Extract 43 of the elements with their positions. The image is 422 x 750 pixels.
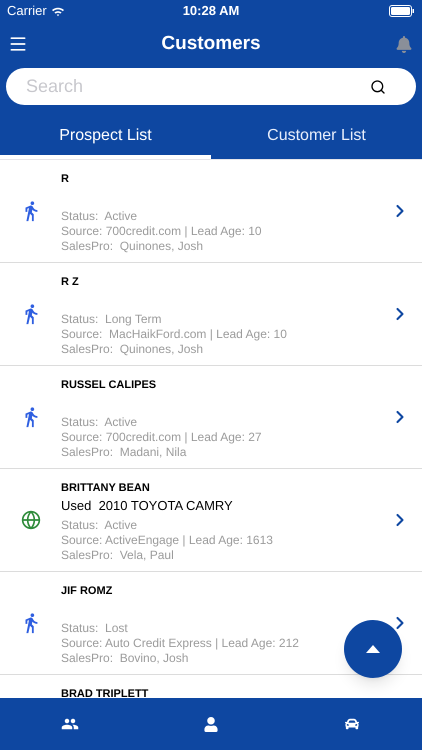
- salespro-text: SalesPro: Quinones, Josh: [61, 342, 204, 356]
- vehicle-text: Used 2010 TOYOTA CAMRY: [61, 497, 233, 515]
- customer-name: R Z: [61, 275, 79, 289]
- status-text: Status: Long Term: [61, 312, 162, 327]
- status-text: Status: Active: [61, 518, 138, 533]
- battery-icon: [389, 5, 415, 17]
- globe-icon: [20, 510, 40, 530]
- scroll-top-button[interactable]: [344, 620, 402, 678]
- page-title: Customers: [160, 32, 262, 56]
- source-text: Source: 700credit.com | Lead Age: 10: [61, 224, 262, 239]
- source-text: Source: MacHaikFord.com | Lead Age: 10: [61, 327, 287, 342]
- carrier-label: Carrier: [7, 2, 47, 20]
- list-tab[interactable]: Customer List: [211, 110, 422, 159]
- customer-name: BRAD TRIPLETT: [61, 687, 148, 698]
- customer-row[interactable]: BRITTANY BEAN Used 2010 TOYOTA CAMRY Status: Active Source: ActiveEngage | Lead Age: 1613 SalesPro: Vela, Paul: [0, 469, 422, 572]
- source-text: Source: Auto Credit Express | Lead Age: 212: [61, 636, 299, 651]
- status-text: Status: Active: [61, 209, 138, 224]
- up-triangle-icon: [366, 645, 380, 653]
- bell-icon: [396, 36, 412, 52]
- person-icon: [204, 716, 218, 732]
- customer-row[interactable]: R Z Status: Long Term Source: MacHaikFord.com | Lead Age: 10 SalesPro: Quinones, Josh: [0, 263, 422, 366]
- car-icon: [344, 717, 360, 731]
- salespro-text: SalesPro: Quinones, Josh: [61, 239, 204, 253]
- search-field[interactable]: Search: [26, 73, 370, 100]
- status-text: Status: Active: [61, 415, 138, 430]
- status-text: Status: Lost: [61, 621, 128, 636]
- customer-name: R: [61, 172, 69, 186]
- search-bar[interactable]: Search: [6, 68, 416, 105]
- source-text: Source: 700credit.com | Lead Age: 27: [61, 430, 262, 445]
- customer-name: BRITTANY BEAN: [61, 481, 150, 495]
- customer-name: JIF ROMZ: [61, 584, 112, 598]
- customer-name: RUSSEL CALIPES: [61, 378, 156, 392]
- wifi-icon: [50, 6, 65, 16]
- salespro-text: SalesPro: Bovino, Josh: [61, 651, 188, 665]
- customer-row[interactable]: RUSSEL CALIPES Status: Active Source: 700credit.com | Lead Age: 27 SalesPro: Madani, Nila: [0, 366, 422, 469]
- search-icon: [370, 78, 386, 94]
- clock: 10:28 AM: [182, 2, 240, 20]
- source-text: Source: ActiveEngage | Lead Age: 1613: [61, 533, 273, 548]
- list-tab[interactable]: Prospect List: [0, 110, 211, 159]
- notifications-button[interactable]: [394, 34, 414, 54]
- salespro-text: SalesPro: Madani, Nila: [61, 445, 186, 459]
- salespro-text: SalesPro: Vela, Paul: [61, 548, 174, 562]
- customer-row[interactable]: R Status: Active Source: 700credit.com | Lead Age: 10 SalesPro: Quinones, Josh: [0, 160, 422, 263]
